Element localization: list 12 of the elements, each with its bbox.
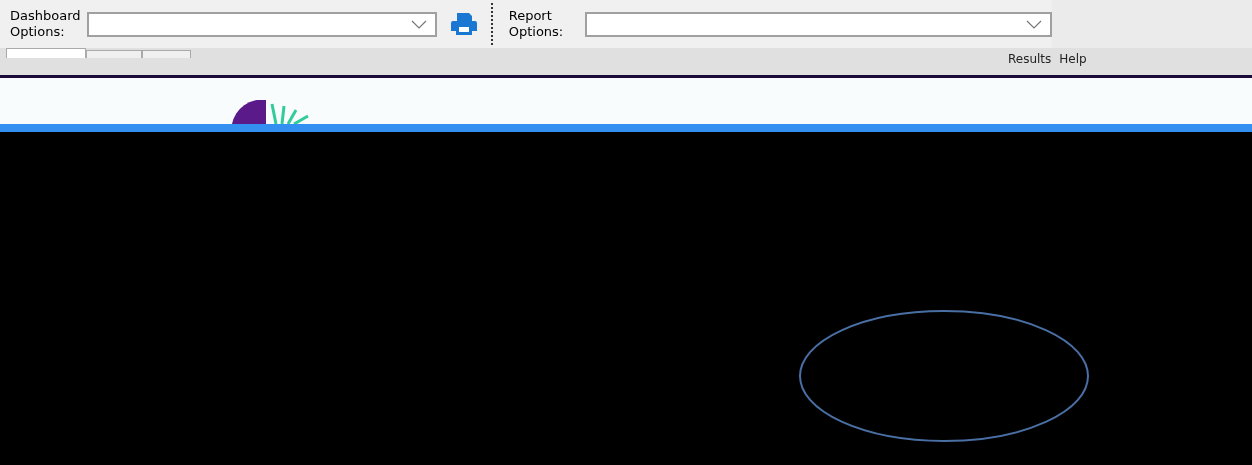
tab[interactable]	[142, 50, 191, 58]
report-options-dropdown[interactable]	[585, 11, 1052, 37]
chevron-down-icon	[410, 19, 427, 29]
tab[interactable]	[86, 50, 142, 58]
menu-item[interactable]: Help	[1059, 52, 1087, 66]
tab[interactable]	[6, 48, 86, 58]
dashboard-options-dropdown[interactable]	[86, 11, 437, 37]
field-label: Dashboard Options:	[10, 8, 81, 40]
print-icon[interactable]	[450, 12, 477, 36]
chevron-down-icon	[1026, 19, 1042, 29]
field-label: Report Options:	[508, 8, 565, 40]
menu-item[interactable]: Results	[1008, 52, 1052, 66]
